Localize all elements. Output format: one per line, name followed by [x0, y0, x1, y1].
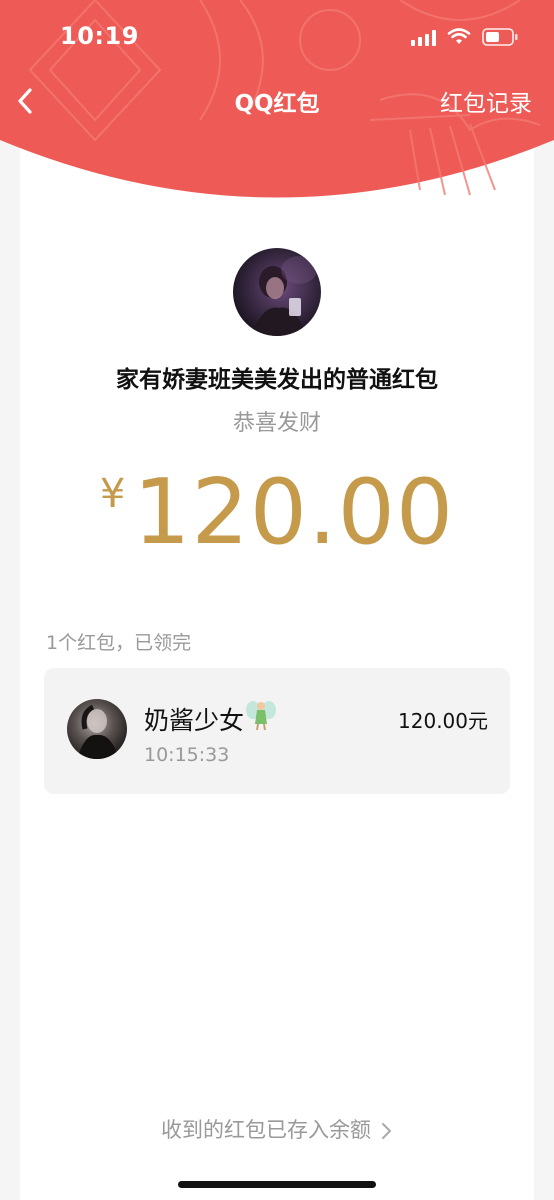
status-time: 10:19: [60, 22, 139, 50]
status-bar: 10:19: [0, 0, 554, 72]
packet-summary: 1个红包，已领完: [46, 632, 192, 654]
receive-time: 10:15:33: [144, 744, 230, 766]
list-item[interactable]: 奶酱少女 10:15:33 120.00元: [44, 668, 510, 794]
sender-description: 家有娇妻班美美发出的普通红包: [116, 367, 438, 393]
home-indicator[interactable]: [178, 1181, 376, 1188]
wifi-icon: [447, 28, 471, 44]
sender-avatar-image: [251, 256, 317, 336]
balance-link-label: 收到的红包已存入余额: [161, 1118, 371, 1142]
battery-icon: [482, 28, 518, 46]
currency-symbol: ¥: [99, 471, 126, 517]
chevron-left-icon: [18, 88, 32, 114]
cellular-signal-icon: [411, 28, 436, 46]
receiver-name: 奶酱少女: [144, 706, 245, 735]
receiver-avatar[interactable]: [67, 699, 127, 759]
greeting-message: 恭喜发财: [232, 411, 321, 436]
chevron-right-icon: [382, 1123, 391, 1139]
status-icons: [411, 24, 518, 50]
receiver-avatar-image: [77, 704, 119, 759]
navigation-bar: QQ红包 红包记录: [0, 72, 554, 128]
balance-link[interactable]: 收到的红包已存入余额: [0, 1114, 554, 1144]
amount-value: 120.00: [133, 460, 455, 565]
fairy-emoji-icon: [246, 701, 276, 731]
sender-avatar[interactable]: [233, 248, 321, 336]
red-packet-records-link[interactable]: 红包记录: [440, 84, 532, 118]
back-button[interactable]: [10, 78, 50, 122]
received-amount: 120.00元: [398, 709, 488, 733]
amount-display: ¥120.00: [0, 460, 554, 565]
